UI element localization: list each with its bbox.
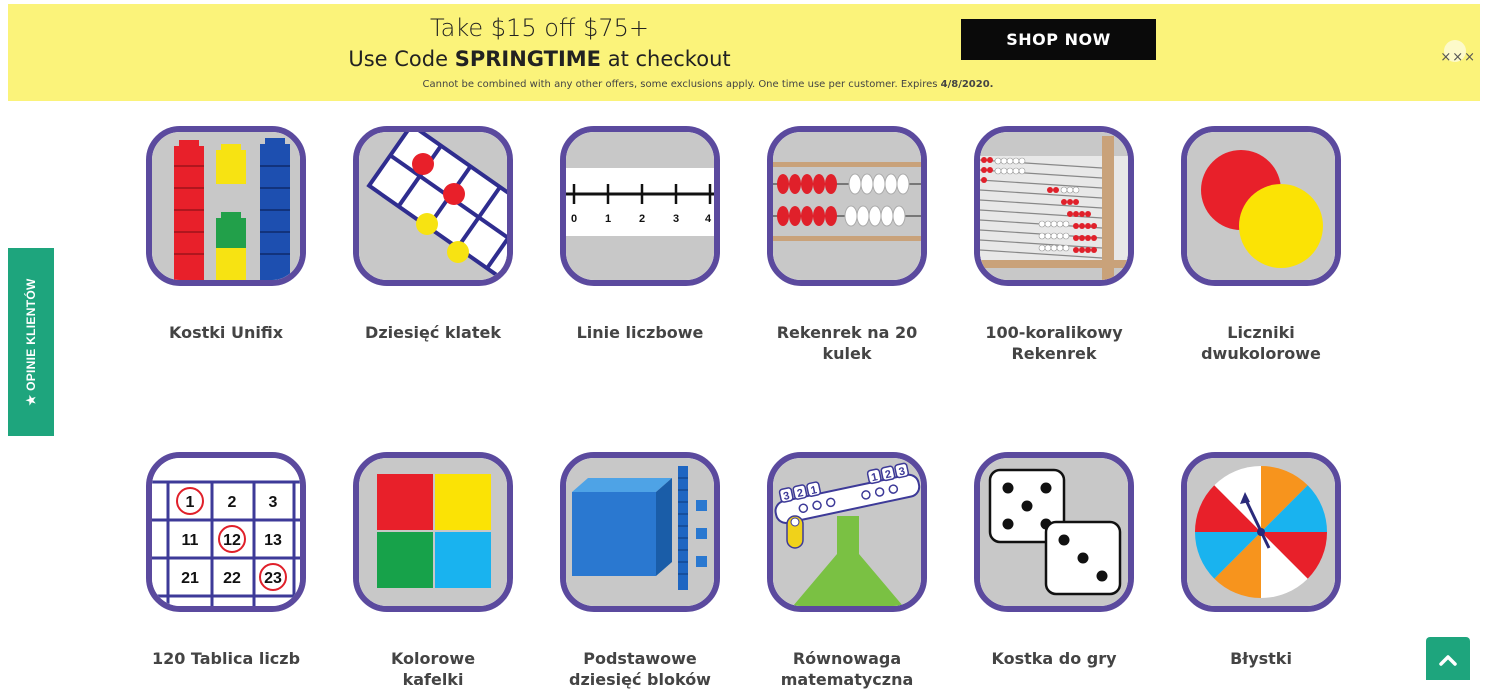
number-line-tick-label: 1	[605, 213, 611, 225]
tile-label: Kostki Unifix	[168, 323, 284, 342]
tile-label: 100-koralikowy Rekenrek	[985, 323, 1123, 363]
base-ten-blocks-icon	[560, 452, 720, 612]
tile-rekenrek-100[interactable]: 100-koralikowy Rekenrek	[969, 126, 1139, 364]
number-line-icon: 0 1 2 3 4	[560, 126, 720, 286]
number-line-tick-label: 4	[705, 213, 712, 225]
number-chart-cell: 3	[269, 494, 278, 511]
tile-number-chart[interactable]: 1 2 3 11 12 13 21 22 23 120 Tablica licz…	[141, 452, 311, 669]
tile-number-line[interactable]: 0 1 2 3 4 Linie liczbowe	[555, 126, 725, 343]
spinner-icon	[1181, 452, 1341, 612]
rekenrek-100-icon	[974, 126, 1134, 286]
number-chart-cell: 23	[264, 570, 282, 587]
tile-label: Podstawowe dziesięć bloków	[569, 649, 711, 689]
promo-code-prefix: Use Code	[348, 47, 455, 71]
tile-label: Kolorowe kafelki	[390, 649, 476, 689]
promo-code-line: Use Code SPRINGTIME at checkout	[8, 47, 1071, 71]
number-line-tick-label: 2	[639, 213, 645, 225]
two-color-counters-icon	[1181, 126, 1341, 286]
promo-code-suffix: at checkout	[601, 47, 731, 71]
close-promo-icon[interactable]: ×××	[1440, 50, 1476, 65]
promo-code: SPRINGTIME	[454, 47, 602, 71]
tile-label: Linie liczbowe	[576, 323, 704, 342]
tile-color-tiles[interactable]: Kolorowe kafelki	[348, 452, 518, 690]
tile-label: Kostka do gry	[991, 649, 1117, 668]
number-line-tick-label: 0	[571, 213, 577, 225]
number-chart-cell: 11	[182, 532, 199, 549]
promo-banner: Take $15 off $75+ Use Code SPRINGTIME at…	[8, 4, 1480, 101]
tile-label: Równowaga matematyczna	[780, 649, 914, 689]
dice-icon	[974, 452, 1134, 612]
tile-spinner[interactable]: Błystki	[1176, 452, 1346, 669]
ten-frame-icon	[353, 126, 513, 286]
tile-label: 120 Tablica liczb	[151, 649, 301, 668]
number-chart-icon: 1 2 3 11 12 13 21 22 23	[146, 452, 306, 612]
tile-label: Dziesięć klatek	[365, 323, 501, 342]
tile-ten-frame[interactable]: Dziesięć klatek	[348, 126, 518, 343]
tile-two-color-counters[interactable]: Liczniki dwukolorowe	[1176, 126, 1346, 364]
unifix-cubes-icon	[146, 126, 306, 286]
color-tiles-icon	[353, 452, 513, 612]
chevron-up-icon	[1439, 655, 1457, 666]
promo-expiry: 4/8/2020.	[940, 79, 994, 90]
rekenrek-20-icon	[767, 126, 927, 286]
number-chart-cell: 21	[181, 570, 199, 587]
shop-now-button[interactable]: SHOP NOW	[961, 19, 1156, 60]
promo-fine-print: Cannot be combined with any other offers…	[8, 79, 1408, 90]
number-chart-cell: 1	[186, 494, 195, 511]
tile-dice[interactable]: Kostka do gry	[969, 452, 1139, 669]
number-chart-cell: 2	[228, 494, 237, 511]
tile-label: Liczniki dwukolorowe	[1201, 323, 1321, 363]
number-chart-cell: 13	[264, 532, 282, 549]
tile-label: Rekenrek na 20 kulek	[776, 323, 918, 363]
math-balance-icon: 3 2 1 1 2 3	[767, 452, 927, 612]
tile-label: Błystki	[1230, 649, 1292, 668]
back-to-top-button[interactable]	[1426, 637, 1470, 680]
promo-headline: Take $15 off $75+	[429, 14, 650, 42]
number-line-tick-label: 3	[673, 213, 679, 225]
number-chart-cell: 12	[223, 532, 241, 549]
promo-fine-text: Cannot be combined with any other offers…	[422, 79, 941, 90]
customer-reviews-label: ★ OPINIE KLIENTÓW	[24, 278, 38, 406]
number-chart-cell: 22	[223, 570, 241, 587]
customer-reviews-tab[interactable]: ★ OPINIE KLIENTÓW	[8, 248, 54, 436]
tile-base-ten-blocks[interactable]: Podstawowe dziesięć bloków	[555, 452, 725, 690]
tile-math-balance[interactable]: 3 2 1 1 2 3 Równowaga matematyczna	[762, 452, 932, 690]
tile-unifix-cubes[interactable]: Kostki Unifix	[141, 126, 311, 343]
tile-rekenrek-20[interactable]: Rekenrek na 20 kulek	[762, 126, 932, 364]
